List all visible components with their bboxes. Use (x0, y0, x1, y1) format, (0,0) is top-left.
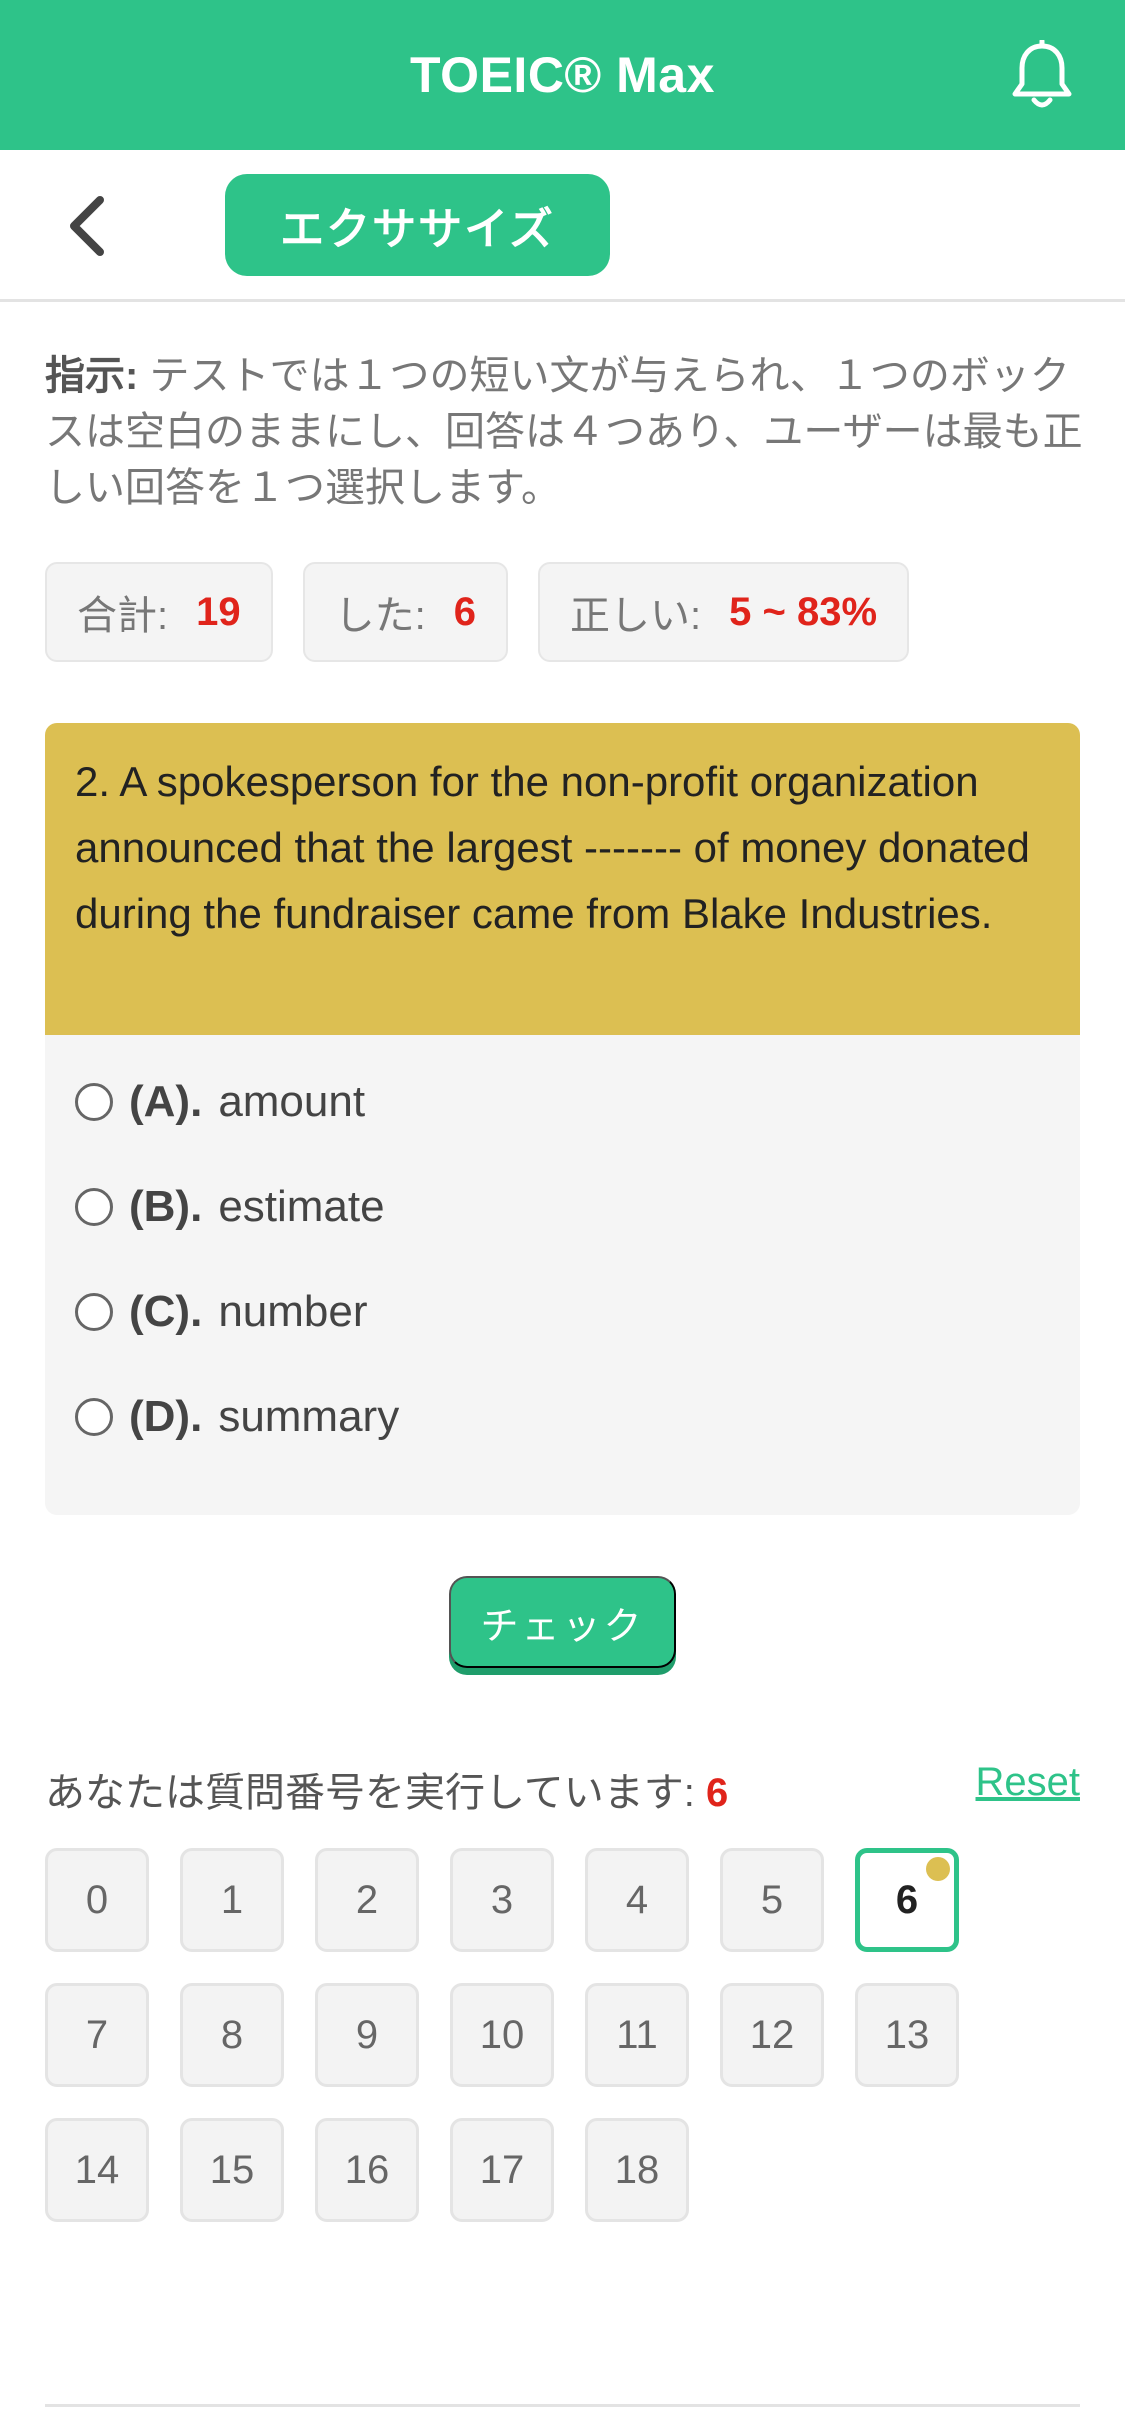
option-text: summary (218, 1391, 400, 1441)
radio-button[interactable] (75, 1397, 113, 1436)
instruction-text: 指示: テストでは１つの短い文が与えられ、１つのボックスは空白のままにし、回答は… (45, 348, 1085, 516)
question-number-button[interactable]: 4 (585, 1848, 689, 1952)
option-letter: (D). (129, 1391, 203, 1441)
question-number-button[interactable]: 8 (180, 1983, 284, 2087)
question-number-button[interactable]: 0 (45, 1848, 149, 1952)
app-bar: TOEIC® Max (0, 0, 1125, 150)
question-number-button[interactable]: 9 (315, 1983, 419, 2087)
question-number-button[interactable]: 15 (180, 2118, 284, 2222)
option-a[interactable]: (A). amount (45, 1049, 1080, 1154)
option-d[interactable]: (D). summary (45, 1364, 1080, 1469)
divider (45, 2404, 1080, 2407)
stat-done: した: 6 (302, 562, 508, 662)
option-b[interactable]: (B). estimate (45, 1154, 1080, 1259)
question-number-button[interactable]: 10 (450, 1983, 554, 2087)
option-c[interactable]: (C). number (45, 1259, 1080, 1364)
progress-label-text: あなたは質問番号を実行しています: (45, 1771, 695, 1815)
stat-total-value: 19 (196, 589, 241, 634)
radio-button[interactable] (75, 1187, 113, 1226)
question-number-button[interactable]: 17 (450, 2118, 554, 2222)
stat-total: 合計: 19 (45, 562, 273, 662)
bell-icon[interactable] (1009, 40, 1075, 112)
stat-done-value: 6 (453, 589, 476, 634)
option-letter: (A). (129, 1076, 203, 1126)
stat-correct-value: 5 ~ 83% (729, 589, 878, 634)
option-text: estimate (218, 1181, 385, 1231)
question-number-button[interactable]: 1 (180, 1848, 284, 1952)
reset-link[interactable]: Reset (976, 1760, 1081, 1805)
question-number-grid: 0 1 2 3 4 5 6 7 8 9 10 11 12 13 14 15 16… (45, 1848, 1005, 2222)
option-letter: (B). (129, 1181, 203, 1231)
radio-button[interactable] (75, 1292, 113, 1331)
sub-navigation: エクササイズ (0, 150, 1125, 302)
question-number-button[interactable]: 13 (855, 1983, 959, 2087)
progress-label: あなたは質問番号を実行しています: 6 (45, 1760, 728, 1818)
option-text: number (218, 1286, 368, 1336)
question-card: 2. A spokesperson for the non-profit org… (45, 723, 1080, 1515)
option-text: amount (218, 1076, 366, 1126)
stats-bar: 合計: 19 した: 6 正しい: 5 ~ 83% (45, 562, 910, 662)
question-number-button[interactable]: 14 (45, 2118, 149, 2222)
question-number-button-current[interactable]: 6 (855, 1848, 959, 1952)
instruction-body: テストでは１つの短い文が与えられ、１つのボックスは空白のままにし、回答は４つあり… (45, 354, 1083, 510)
stat-correct-label: 正しい: (570, 594, 702, 638)
stat-correct: 正しい: 5 ~ 83% (538, 562, 910, 662)
question-text: 2. A spokesperson for the non-profit org… (45, 723, 1080, 1035)
chevron-left-icon[interactable] (62, 192, 114, 260)
instruction-lead: 指示: (45, 354, 139, 398)
stat-done-label: した: (334, 594, 426, 638)
question-number-button[interactable]: 11 (585, 1983, 689, 2087)
question-number-button[interactable]: 5 (720, 1848, 824, 1952)
check-button[interactable]: チェック (449, 1576, 676, 1668)
current-indicator-dot (926, 1857, 950, 1881)
question-number-button[interactable]: 7 (45, 1983, 149, 2087)
stat-total-label: 合計: (77, 594, 169, 638)
question-number-button[interactable]: 16 (315, 2118, 419, 2222)
radio-button[interactable] (75, 1082, 113, 1121)
progress-current-number: 6 (706, 1771, 729, 1815)
question-number-button[interactable]: 2 (315, 1848, 419, 1952)
app-title: TOEIC® Max (410, 47, 715, 103)
question-number-label: 6 (895, 1877, 919, 1922)
question-number-button[interactable]: 18 (585, 2118, 689, 2222)
answer-options: (A). amount (B). estimate (C). number (D… (45, 1035, 1080, 1469)
tab-exercise[interactable]: エクササイズ (225, 174, 610, 276)
option-letter: (C). (129, 1286, 203, 1336)
question-number-button[interactable]: 3 (450, 1848, 554, 1952)
question-number-button[interactable]: 12 (720, 1983, 824, 2087)
